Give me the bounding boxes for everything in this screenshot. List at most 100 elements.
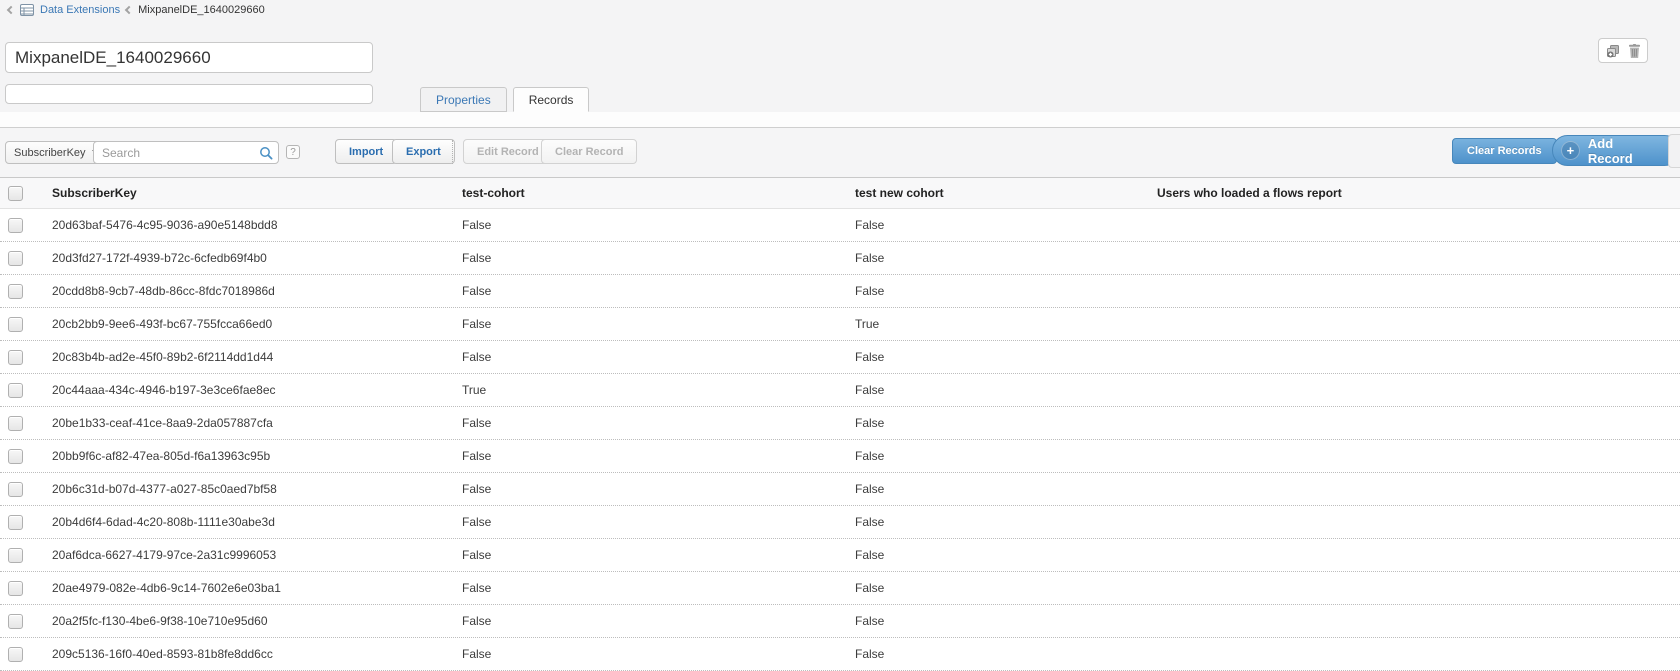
chevron-left-icon[interactable] — [7, 6, 15, 14]
tab-content-strip — [0, 112, 1680, 128]
table-row: 20d63baf-5476-4c95-9036-a90e5148bdd8 Fal… — [0, 209, 1680, 242]
row-checkbox[interactable] — [8, 317, 23, 332]
cell-test-cohort: False — [450, 482, 843, 496]
cell-test-cohort: False — [450, 515, 843, 529]
cell-test-cohort: False — [450, 350, 843, 364]
de-external-key-input[interactable] — [5, 84, 373, 104]
clear-records-button-label: Clear Records — [1467, 145, 1542, 157]
tab-properties-label: Properties — [436, 93, 491, 107]
column-header-subscriberkey: SubscriberKey — [40, 186, 450, 200]
clipped-panel-edge — [1668, 134, 1680, 168]
table-body: 20d63baf-5476-4c95-9036-a90e5148bdd8 Fal… — [0, 209, 1680, 671]
table-row: 20af6dca-6627-4179-97ce-2a31c9996053 Fal… — [0, 539, 1680, 572]
add-record-button[interactable]: + Add Record — [1552, 135, 1680, 166]
row-checkbox[interactable] — [8, 449, 23, 464]
cell-test-new-cohort: False — [843, 647, 1145, 661]
cell-subscriberkey: 209c5136-16f0-40ed-8593-81b8fe8dd6cc — [40, 647, 450, 661]
tab-records[interactable]: Records — [513, 87, 590, 112]
search-input[interactable] — [93, 141, 279, 164]
breadcrumb-current: MixpanelDE_1640029660 — [138, 4, 265, 16]
row-checkbox[interactable] — [8, 482, 23, 497]
cell-subscriberkey: 20c83b4b-ad2e-45f0-89b2-6f2114dd1d44 — [40, 350, 450, 364]
tab-properties[interactable]: Properties — [420, 87, 507, 112]
trash-icon[interactable] — [1628, 44, 1641, 58]
cell-test-new-cohort: False — [843, 449, 1145, 463]
cell-subscriberkey: 20d3fd27-172f-4939-b72c-6cfedb69f4b0 — [40, 251, 450, 265]
breadcrumb-link-data-extensions[interactable]: Data Extensions — [40, 4, 120, 16]
table-row: 20a2f5fc-f130-4be6-9f38-10e710e95d60 Fal… — [0, 605, 1680, 638]
clear-record-button[interactable]: Clear Record — [541, 139, 637, 164]
cell-test-cohort: False — [450, 614, 843, 628]
row-checkbox[interactable] — [8, 416, 23, 431]
breadcrumb: Data Extensions MixpanelDE_1640029660 — [0, 0, 1680, 20]
cell-test-new-cohort: False — [843, 581, 1145, 595]
table-icon — [20, 4, 34, 16]
export-button[interactable]: Export — [392, 139, 455, 164]
cell-test-cohort: False — [450, 548, 843, 562]
row-checkbox[interactable] — [8, 548, 23, 563]
help-icon[interactable]: ? — [286, 145, 300, 159]
cell-test-cohort: True — [450, 383, 843, 397]
table-row: 20cdd8b8-9cb7-48db-86cc-8fdc7018986d Fal… — [0, 275, 1680, 308]
data-extension-records-page: Data Extensions MixpanelDE_1640029660 Pr… — [0, 0, 1680, 670]
row-checkbox[interactable] — [8, 515, 23, 530]
table-row: 20c44aaa-434c-4946-b197-3e3ce6fae8ec Tru… — [0, 374, 1680, 407]
search-button[interactable] — [255, 143, 277, 162]
import-button[interactable]: Import — [335, 139, 397, 164]
cell-test-new-cohort: False — [843, 350, 1145, 364]
cell-test-new-cohort: False — [843, 548, 1145, 562]
row-checkbox[interactable] — [8, 614, 23, 629]
export-button-label: Export — [406, 146, 441, 158]
cell-test-new-cohort: False — [843, 383, 1145, 397]
table-row: 20bb9f6c-af82-47ea-805d-f6a13963c95b Fal… — [0, 440, 1680, 473]
cell-test-new-cohort: False — [843, 218, 1145, 232]
row-checkbox[interactable] — [8, 251, 23, 266]
table-row: 20be1b33-ceaf-41ce-8aa9-2da057887cfa Fal… — [0, 407, 1680, 440]
records-table: SubscriberKey test-cohort test new cohor… — [0, 177, 1680, 671]
row-checkbox[interactable] — [8, 647, 23, 662]
edit-record-button[interactable]: Edit Record — [463, 139, 553, 164]
row-checkbox[interactable] — [8, 350, 23, 365]
column-header-test-new-cohort: test new cohort — [843, 186, 1145, 200]
row-checkbox[interactable] — [8, 581, 23, 596]
cell-test-cohort: False — [450, 647, 843, 661]
cell-subscriberkey: 20b4d6f4-6dad-4c20-808b-1111e30abe3d — [40, 515, 450, 529]
cell-test-new-cohort: False — [843, 251, 1145, 265]
cell-subscriberkey: 20be1b33-ceaf-41ce-8aa9-2da057887cfa — [40, 416, 450, 430]
row-checkbox[interactable] — [8, 383, 23, 398]
table-header-row: SubscriberKey test-cohort test new cohor… — [0, 177, 1680, 209]
cell-test-cohort: False — [450, 284, 843, 298]
de-name-input[interactable] — [5, 42, 373, 73]
cell-subscriberkey: 20bb9f6c-af82-47ea-805d-f6a13963c95b — [40, 449, 450, 463]
cell-subscriberkey: 20c44aaa-434c-4946-b197-3e3ce6fae8ec — [40, 383, 450, 397]
cell-test-cohort: False — [450, 317, 843, 331]
cell-subscriberkey: 20a2f5fc-f130-4be6-9f38-10e710e95d60 — [40, 614, 450, 628]
magnifier-icon — [259, 146, 273, 160]
cell-test-new-cohort: False — [843, 416, 1145, 430]
clear-records-button[interactable]: Clear Records — [1452, 138, 1557, 164]
cell-test-cohort: False — [450, 218, 843, 232]
cell-subscriberkey: 20d63baf-5476-4c95-9036-a90e5148bdd8 — [40, 218, 450, 232]
column-header-users-flows-report: Users who loaded a flows report — [1145, 186, 1680, 200]
cell-subscriberkey: 20af6dca-6627-4179-97ce-2a31c9996053 — [40, 548, 450, 562]
cell-subscriberkey: 20cdd8b8-9cb7-48db-86cc-8fdc7018986d — [40, 284, 450, 298]
row-checkbox[interactable] — [8, 218, 23, 233]
copy-icon[interactable] — [1606, 44, 1621, 58]
row-checkbox[interactable] — [8, 284, 23, 299]
cell-test-cohort: False — [450, 581, 843, 595]
cell-test-cohort: False — [450, 416, 843, 430]
table-row: 20b4d6f4-6dad-4c20-808b-1111e30abe3d Fal… — [0, 506, 1680, 539]
select-all-checkbox[interactable] — [8, 186, 23, 201]
table-row: 20d3fd27-172f-4939-b72c-6cfedb69f4b0 Fal… — [0, 242, 1680, 275]
records-toolbar: SubscriberKey ? Import Export Edit Recor… — [0, 128, 1680, 177]
clear-record-button-label: Clear Record — [555, 146, 623, 158]
import-button-label: Import — [349, 146, 383, 158]
toolbar-divider — [452, 140, 453, 164]
cell-test-cohort: False — [450, 251, 843, 265]
plus-icon: + — [1561, 141, 1580, 160]
cell-test-new-cohort: False — [843, 284, 1145, 298]
tab-bar: Properties Records — [420, 87, 589, 112]
cell-test-cohort: False — [450, 449, 843, 463]
table-row: 209c5136-16f0-40ed-8593-81b8fe8dd6cc Fal… — [0, 638, 1680, 671]
table-row: 20b6c31d-b07d-4377-a027-85c0aed7bf58 Fal… — [0, 473, 1680, 506]
